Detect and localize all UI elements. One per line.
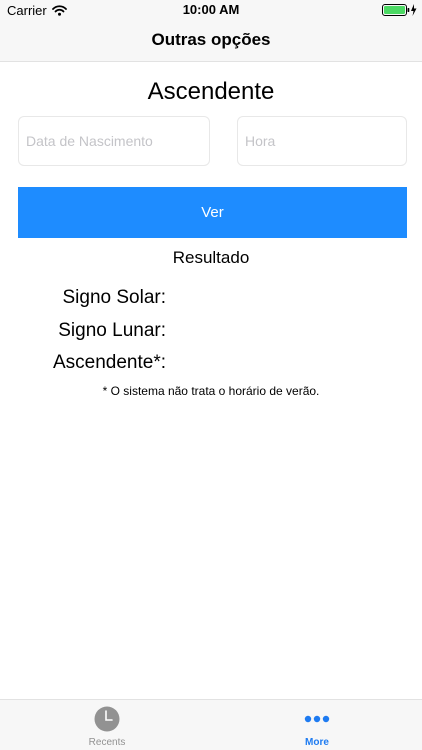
tab-recents[interactable]: Recents <box>47 700 167 750</box>
see-button[interactable]: Ver <box>18 187 407 238</box>
sun-sign-label: Signo Solar: <box>62 287 166 308</box>
clock-icon <box>94 706 120 732</box>
footnote: * O sistema não trata o horário de verão… <box>102 384 320 398</box>
status-time: 10:00 AM <box>182 2 240 17</box>
tab-more-label: More <box>305 737 329 748</box>
birth-date-field[interactable] <box>18 116 210 166</box>
battery-icon <box>382 3 418 17</box>
more-dots-icon <box>304 715 330 723</box>
tab-more[interactable]: More <box>257 700 377 750</box>
nav-title: Outras opções <box>151 30 271 49</box>
tab-bar: Recents More <box>0 699 422 750</box>
time-field[interactable] <box>237 116 407 166</box>
result-title: Resultado <box>172 248 250 267</box>
status-bar: Carrier 10:00 AM <box>0 0 422 20</box>
ascendant-label: Ascendente*: <box>52 352 166 373</box>
page-heading: Ascendente <box>147 78 275 105</box>
navigation-bar: Outras opções <box>0 20 422 62</box>
moon-sign-label: Signo Lunar: <box>58 320 166 341</box>
tab-recents-label: Recents <box>88 737 126 748</box>
